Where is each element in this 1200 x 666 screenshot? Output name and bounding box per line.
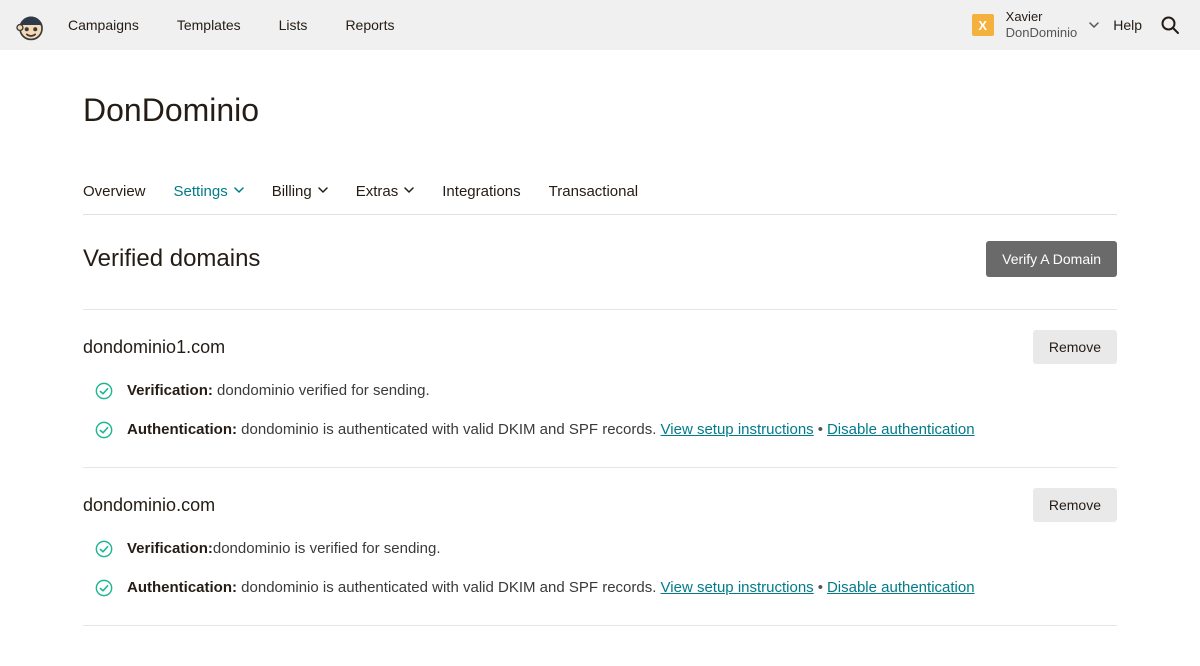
page-content: DonDominio Overview Settings Billing Ext… xyxy=(83,92,1117,666)
user-name: Xavier xyxy=(1006,9,1078,25)
verification-text: dondominio verified for sending. xyxy=(213,382,430,399)
verification-text: dondominio is verified for sending. xyxy=(213,540,441,557)
view-setup-link[interactable]: View setup instructions xyxy=(661,421,814,438)
verification-row: Verification:dondominio is verified for … xyxy=(83,538,1117,561)
authentication-row: Authentication: dondominio is authentica… xyxy=(83,419,1117,442)
domain-block: dondominio.com Remove Verification:dondo… xyxy=(83,468,1117,626)
section-header: Verified domains Verify A Domain xyxy=(83,241,1117,310)
tab-label: Overview xyxy=(83,183,146,200)
domain-block: dondominio1.com Remove Verification: don… xyxy=(83,310,1117,468)
separator: • xyxy=(818,421,823,438)
user-label: Xavier DonDominio xyxy=(1006,9,1078,40)
disable-auth-link[interactable]: Disable authentication xyxy=(827,579,975,596)
tab-label: Extras xyxy=(356,183,399,200)
brand-logo[interactable] xyxy=(12,6,50,44)
chevron-down-icon xyxy=(404,185,414,198)
chevron-down-icon xyxy=(318,185,328,198)
verification-label: Verification: xyxy=(127,540,213,557)
tab-label: Integrations xyxy=(442,183,520,200)
authentication-text: dondominio is authenticated with valid D… xyxy=(237,579,661,596)
check-circle-icon xyxy=(95,540,113,558)
tab-extras[interactable]: Extras xyxy=(356,183,415,200)
authentication-row: Authentication: dondominio is authentica… xyxy=(83,577,1117,600)
nav-campaigns[interactable]: Campaigns xyxy=(68,17,139,33)
domain-name: dondominio1.com xyxy=(83,337,225,358)
verification-row: Verification: dondominio verified for se… xyxy=(83,380,1117,403)
chevron-down-icon xyxy=(234,185,244,198)
verify-domain-button[interactable]: Verify A Domain xyxy=(986,241,1117,277)
user-org: DonDominio xyxy=(1006,25,1078,41)
check-circle-icon xyxy=(95,421,113,439)
search-icon[interactable] xyxy=(1160,15,1180,35)
top-nav: Campaigns Templates Lists Reports xyxy=(68,17,394,33)
tab-integrations[interactable]: Integrations xyxy=(442,183,520,200)
authentication-label: Authentication: xyxy=(127,579,237,596)
separator: • xyxy=(818,579,823,596)
section-title: Verified domains xyxy=(83,245,260,273)
authentication-label: Authentication: xyxy=(127,421,237,438)
user-menu[interactable]: X Xavier DonDominio xyxy=(972,9,1100,40)
chevron-down-icon xyxy=(1089,17,1099,34)
nav-lists[interactable]: Lists xyxy=(279,17,308,33)
nav-templates[interactable]: Templates xyxy=(177,17,241,33)
help-link[interactable]: Help xyxy=(1113,17,1142,33)
tab-transactional[interactable]: Transactional xyxy=(549,183,639,200)
tab-label: Billing xyxy=(272,183,312,200)
domain-header: dondominio1.com Remove xyxy=(83,330,1117,364)
tab-billing[interactable]: Billing xyxy=(272,183,328,200)
domain-name: dondominio.com xyxy=(83,495,215,516)
check-circle-icon xyxy=(95,579,113,597)
page-title: DonDominio xyxy=(83,92,1117,129)
disable-auth-link[interactable]: Disable authentication xyxy=(827,421,975,438)
authentication-text: dondominio is authenticated with valid D… xyxy=(237,421,661,438)
tab-settings[interactable]: Settings xyxy=(174,183,244,200)
user-avatar-initial: X xyxy=(972,14,994,36)
check-circle-icon xyxy=(95,382,113,400)
nav-reports[interactable]: Reports xyxy=(345,17,394,33)
tabs: Overview Settings Billing Extras Integra… xyxy=(83,183,1117,215)
remove-button[interactable]: Remove xyxy=(1033,330,1117,364)
verification-label: Verification: xyxy=(127,382,213,399)
topbar: Campaigns Templates Lists Reports X Xavi… xyxy=(0,0,1200,50)
view-setup-link[interactable]: View setup instructions xyxy=(661,579,814,596)
domain-header: dondominio.com Remove xyxy=(83,488,1117,522)
remove-button[interactable]: Remove xyxy=(1033,488,1117,522)
tab-label: Settings xyxy=(174,183,228,200)
tab-overview[interactable]: Overview xyxy=(83,183,146,200)
tab-label: Transactional xyxy=(549,183,639,200)
